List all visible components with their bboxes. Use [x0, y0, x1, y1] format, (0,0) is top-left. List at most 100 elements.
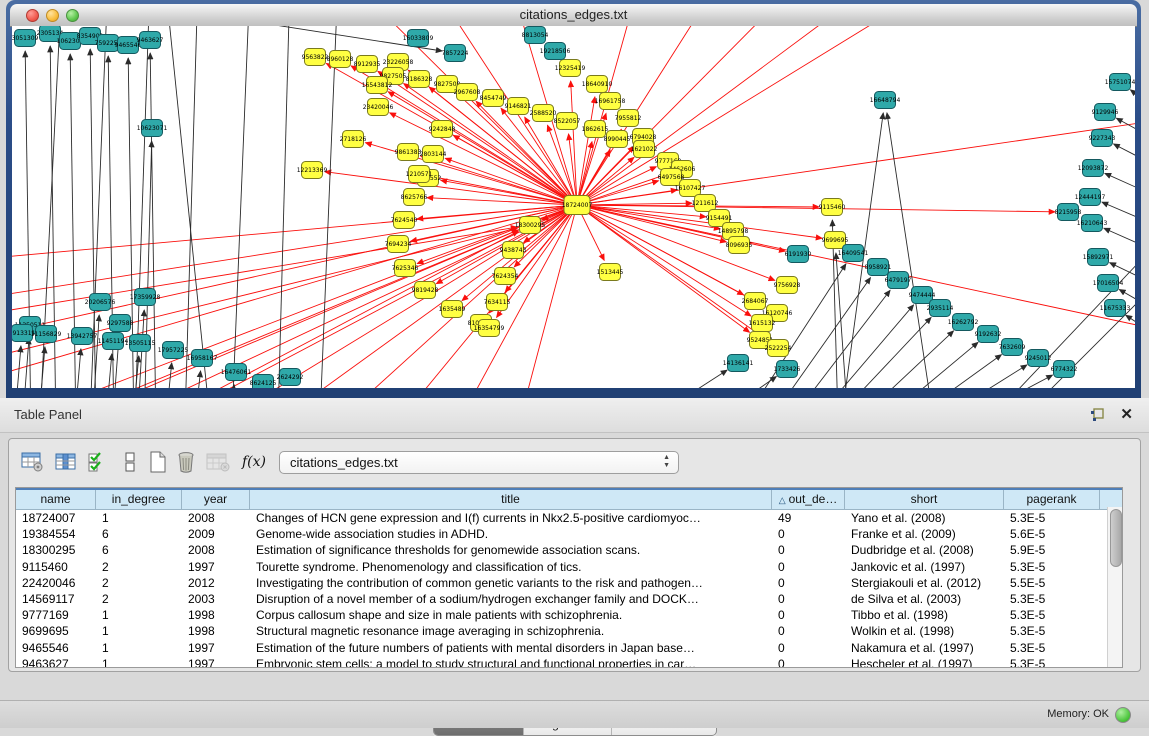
network-node[interactable]: 8454749 [480, 90, 507, 107]
network-node[interactable]: 17016504 [1093, 275, 1124, 292]
network-node[interactable]: 2803144 [420, 146, 447, 163]
network-node[interactable]: 7857224 [442, 45, 469, 62]
network-node[interactable]: 1211612 [692, 195, 719, 212]
network-node[interactable]: 9438743 [500, 242, 527, 259]
network-node[interactable]: 6191930 [785, 246, 812, 263]
network-node[interactable]: 2522254 [765, 340, 792, 357]
table-select-dropdown[interactable]: citations_edges.txt ▲▼ [279, 451, 679, 474]
network-node[interactable]: 11156829 [31, 326, 62, 343]
network-node[interactable]: 7632609 [999, 339, 1026, 356]
network-node[interactable]: 7624354 [492, 268, 519, 285]
network-node[interactable]: 16958167 [187, 350, 218, 367]
network-node[interactable]: 9463627 [137, 32, 164, 49]
network-node[interactable]: 9297588 [107, 315, 134, 332]
network-node[interactable]: 3051309 [12, 30, 39, 47]
network-node[interactable]: 8186328 [406, 71, 433, 88]
network-node[interactable]: 9819428 [412, 282, 439, 299]
network-node[interactable]: 16476061 [221, 364, 252, 381]
network-node[interactable]: 15751074 [1105, 74, 1135, 91]
column-header-name[interactable]: name [16, 490, 96, 509]
network-node[interactable]: 1733426 [774, 361, 801, 378]
network-node[interactable]: 7955812 [615, 110, 642, 127]
table-row[interactable]: 946362711997Embryonic stem cells: a mode… [16, 656, 1122, 668]
network-node[interactable]: 9129946 [1092, 104, 1119, 121]
function-builder-icon[interactable]: f(x) [241, 449, 267, 475]
network-node[interactable]: 8522057 [554, 113, 581, 130]
memory-status-icon[interactable] [1115, 707, 1131, 723]
network-node[interactable]: 9563822 [302, 49, 329, 66]
column-header-in_degree[interactable]: in_degree [96, 490, 182, 509]
network-node[interactable]: 17957225 [158, 342, 189, 359]
table-row[interactable]: 1938455462009Genome-wide association stu… [16, 526, 1122, 542]
network-node[interactable]: 8215958 [1055, 204, 1082, 221]
network-node[interactable]: 1615132 [749, 315, 776, 332]
network-node[interactable]: 12093872 [1078, 160, 1109, 177]
table-row[interactable]: 2242004622012Investigating the contribut… [16, 575, 1122, 591]
network-node[interactable]: 9242848 [429, 121, 456, 138]
network-canvas[interactable]: 1872400795638228960128891293523226058982… [12, 26, 1135, 388]
network-node[interactable]: 16210643 [1077, 215, 1108, 232]
network-node[interactable]: 16033809 [403, 30, 434, 47]
table-mode-icon[interactable] [19, 449, 45, 475]
network-node[interactable]: 2624292 [277, 369, 304, 386]
column-header-pagerank[interactable]: pagerank [1004, 490, 1100, 509]
window-titlebar[interactable]: citations_edges.txt [10, 4, 1137, 27]
network-node[interactable]: 16961758 [595, 93, 626, 110]
network-node[interactable]: 6479197 [885, 272, 912, 289]
network-node[interactable]: 20206576 [85, 294, 116, 311]
network-node[interactable]: 1513445 [597, 264, 624, 281]
network-node[interactable]: 2935114 [927, 300, 954, 317]
new-table-icon[interactable] [145, 449, 171, 475]
network-node[interactable]: 16107427 [675, 180, 706, 197]
network-node[interactable]: 12444197 [1075, 189, 1106, 206]
network-node[interactable]: 8813054 [522, 27, 549, 44]
network-node[interactable]: 9146821 [505, 98, 532, 115]
network-node[interactable]: 1210571 [406, 166, 433, 183]
network-node[interactable]: 9115460 [819, 199, 846, 216]
network-node[interactable]: 18724007 [562, 196, 593, 215]
network-node[interactable]: 7694234 [385, 236, 412, 253]
network-node[interactable]: 8625766 [401, 189, 428, 206]
delete-table-icon[interactable] [173, 449, 199, 475]
vertical-scrollbar[interactable] [1107, 507, 1122, 667]
show-columns-icon[interactable] [53, 449, 79, 475]
network-node[interactable]: 16262792 [948, 314, 979, 331]
network-node[interactable]: 7624540 [391, 212, 418, 229]
network-node[interactable]: 6774322 [1051, 361, 1078, 378]
column-header-year[interactable]: year [182, 490, 250, 509]
column-header-title[interactable]: title [250, 490, 772, 509]
clear-selection-icon[interactable] [117, 449, 143, 475]
network-node[interactable]: 9861383 [395, 144, 422, 161]
network-node[interactable]: 1621022 [631, 141, 658, 158]
scrollbar-thumb[interactable] [1110, 509, 1122, 567]
network-node[interactable]: 14136141 [723, 355, 754, 372]
network-node[interactable]: 2588520 [530, 105, 557, 122]
table-row[interactable]: 977716911998Corpus callosum shape and si… [16, 607, 1122, 623]
network-node[interactable]: 16409541 [838, 245, 869, 262]
network-node[interactable]: 8960128 [327, 51, 354, 68]
network-node[interactable]: 2718126 [340, 131, 367, 148]
network-node[interactable]: 16648794 [870, 92, 901, 109]
network-node[interactable]: 8096935 [726, 237, 753, 254]
network-node[interactable]: 8624125 [250, 375, 277, 389]
table-row[interactable]: 946554611997Estimation of the future num… [16, 640, 1122, 656]
network-node[interactable]: 2684067 [742, 293, 769, 310]
network-node[interactable]: 13505115 [125, 335, 156, 352]
network-node[interactable]: 16354799 [474, 320, 505, 337]
table-row[interactable]: 911546021997Tourette syndrome. Phenomeno… [16, 559, 1122, 575]
network-node[interactable]: 2967608 [454, 84, 481, 101]
network-node[interactable]: 18640910 [582, 76, 613, 93]
table-row[interactable]: 1830029562008Estimation of significance … [16, 542, 1122, 558]
close-icon[interactable]: ✕ [1120, 405, 1133, 423]
column-header-out_de[interactable]: △out_de… [772, 490, 845, 509]
column-header-short[interactable]: short [845, 490, 1004, 509]
network-node[interactable]: 7634115 [484, 294, 511, 311]
network-node[interactable]: 15892971 [1083, 249, 1114, 266]
network-node[interactable]: 8990445 [604, 131, 631, 148]
network-node[interactable]: 10623071 [137, 120, 168, 137]
network-node[interactable]: 8958921 [865, 259, 892, 276]
network-node[interactable]: 9227343 [1089, 130, 1116, 147]
network-node[interactable]: 19218506 [540, 43, 571, 60]
network-node[interactable]: 7625346 [392, 260, 419, 277]
network-node[interactable]: 12213369 [297, 162, 328, 179]
